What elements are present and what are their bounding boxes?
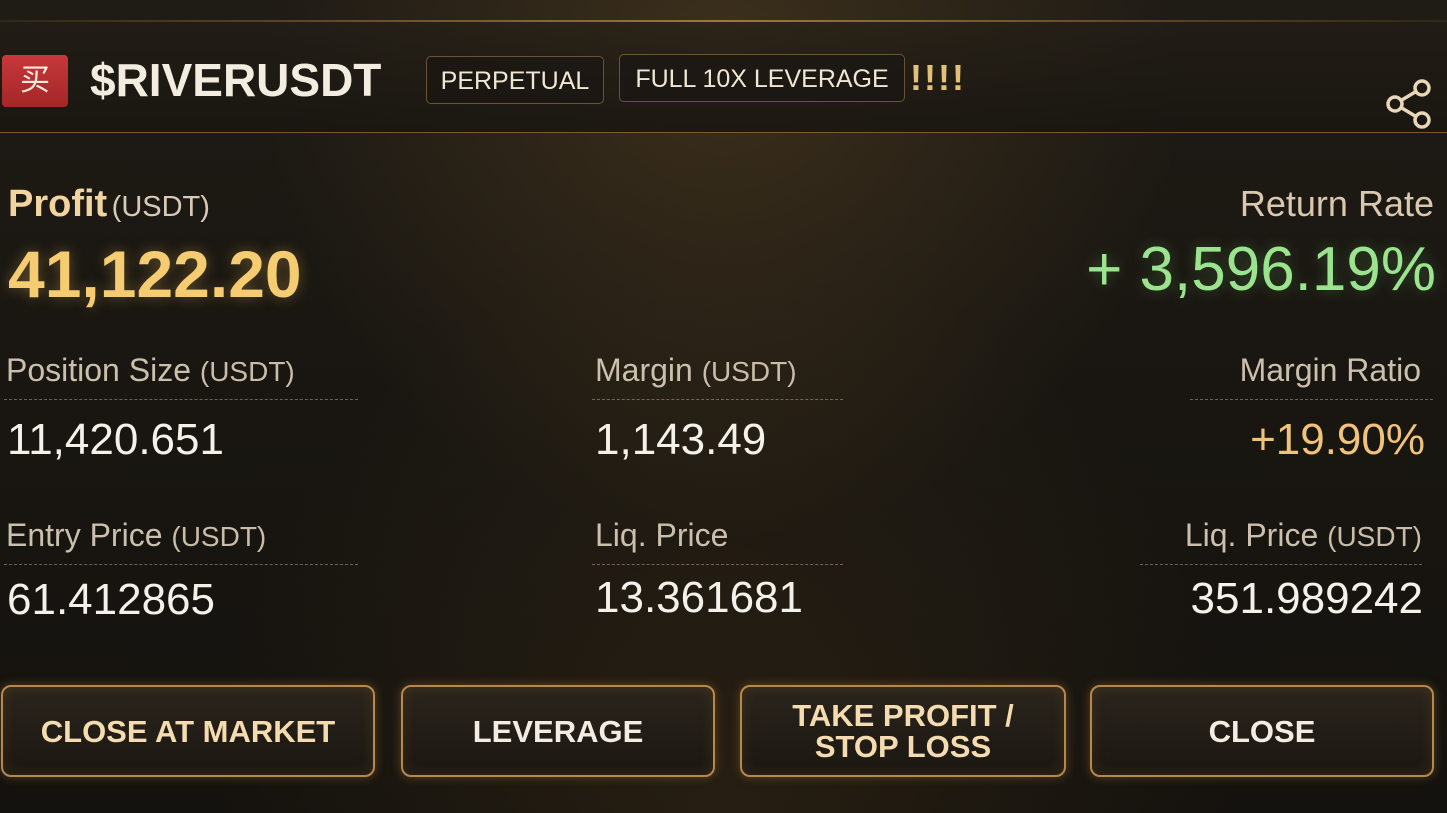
margin-label: Margin (USDT) xyxy=(595,350,797,392)
position-size-title: Position Size xyxy=(6,352,191,388)
tpsl-label-line2: STOP LOSS xyxy=(814,729,992,764)
liq-price-label: Liq. Price xyxy=(595,517,729,553)
entry-price-value: 61.412865 xyxy=(7,575,215,624)
exclamation-marks: !!!! xyxy=(910,57,966,98)
return-rate-label: Return Rate xyxy=(1239,183,1434,224)
position-header: 买 $RIVERUSDT PERPETUAL FULL 10X LEVERAGE… xyxy=(0,22,1447,133)
position-size-label: Position Size (USDT) xyxy=(6,350,295,392)
liq-price-divider xyxy=(592,564,843,565)
position-size-divider xyxy=(4,399,358,400)
close-button[interactable]: CLOSE xyxy=(1090,685,1434,777)
perpetual-tag: PERPETUAL xyxy=(426,56,604,104)
profit-title: Profit xyxy=(8,183,108,225)
symbol-title: $RIVERUSDT xyxy=(90,54,382,106)
liq-price-usdt-label: Liq. Price (USDT) xyxy=(1185,515,1422,557)
entry-price-title: Entry Price xyxy=(6,517,163,553)
share-icon[interactable] xyxy=(1384,78,1436,130)
leverage-button[interactable]: LEVERAGE xyxy=(401,685,715,777)
close-at-market-button[interactable]: CLOSE AT MARKET xyxy=(1,685,375,777)
position-card: 买 $RIVERUSDT PERPETUAL FULL 10X LEVERAGE… xyxy=(0,0,1447,813)
margin-ratio-value: +19.90% xyxy=(1250,415,1425,464)
liq-price-usdt-title: Liq. Price xyxy=(1184,517,1319,553)
position-size-value: 11,420.651 xyxy=(7,415,224,464)
close-label: CLOSE xyxy=(1208,713,1316,749)
margin-divider xyxy=(592,399,843,400)
entry-price-divider xyxy=(4,564,358,565)
buy-badge: 买 xyxy=(2,55,68,107)
margin-title: Margin xyxy=(595,352,693,388)
return-rate-value: + 3,596.19% xyxy=(1086,235,1436,304)
close-at-market-label: CLOSE AT MARKET xyxy=(40,713,336,749)
leverage-tag: FULL 10X LEVERAGE xyxy=(619,54,905,102)
entry-price-label: Entry Price (USDT) xyxy=(6,515,266,557)
margin-value: 1,143.49 xyxy=(595,415,767,464)
profit-unit: (USDT) xyxy=(111,191,210,223)
entry-price-unit: (USDT) xyxy=(171,521,267,552)
profit-label: Profit (USDT) xyxy=(8,182,210,234)
margin-ratio-divider xyxy=(1190,399,1433,400)
leverage-label: LEVERAGE xyxy=(472,713,644,749)
liq-price-usdt-unit: (USDT) xyxy=(1327,521,1422,552)
profit-value: 41,122.20 xyxy=(8,237,302,311)
take-profit-stop-loss-button[interactable]: TAKE PROFIT / STOP LOSS xyxy=(740,685,1066,777)
position-size-unit: (USDT) xyxy=(199,356,295,387)
liq-price-usdt-value: 351.989242 xyxy=(1190,574,1423,623)
liq-price-value: 13.361681 xyxy=(595,573,803,622)
margin-ratio-label: Margin Ratio xyxy=(1239,352,1421,388)
liq-price-usdt-divider xyxy=(1140,564,1422,565)
tpsl-label-line1: TAKE PROFIT / xyxy=(792,698,1014,733)
margin-unit: (USDT) xyxy=(701,356,797,387)
